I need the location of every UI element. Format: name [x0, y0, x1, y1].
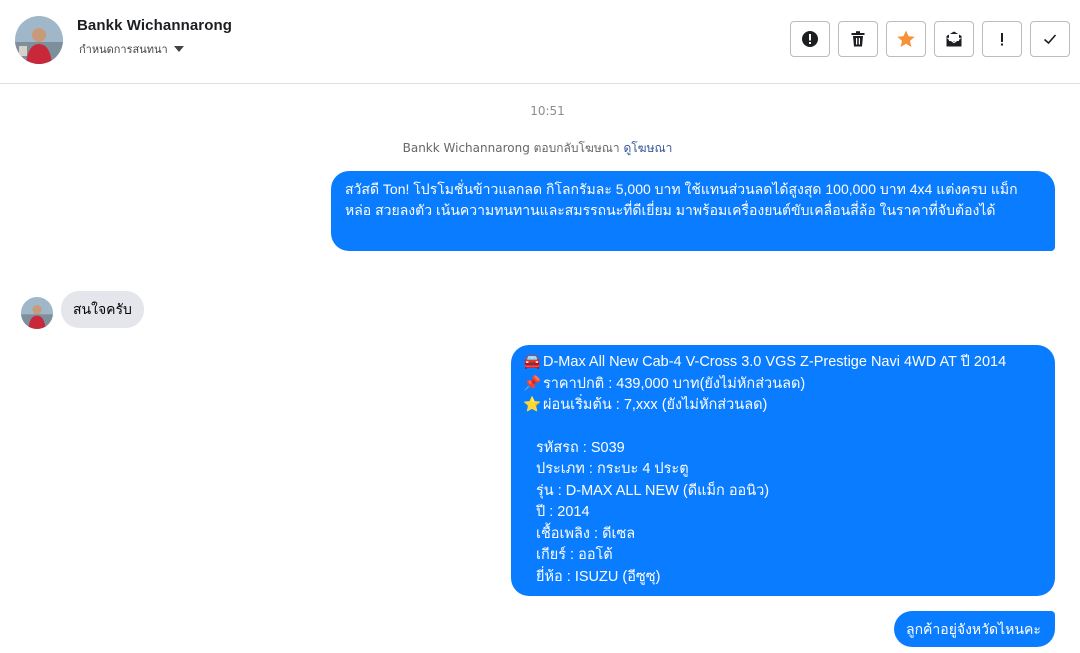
car-installment: ผ่อนเริ่มต้น : 7,xxx (ยังไม่หักส่วนลด)	[543, 397, 768, 413]
contact-avatar-small[interactable]	[21, 297, 53, 329]
conversation-header: Bankk Wichannarong กำหนดการสนทนา	[0, 0, 1080, 84]
done-button[interactable]	[1030, 21, 1070, 57]
car-brand: ยี่ห้อ : ISUZU (อีซูซุ)	[536, 568, 661, 585]
car-icon: 🚘	[523, 354, 542, 370]
price-line: 📌 ราคาปกติ : 439,000 บาท(ยังไม่หักส่วนลด)	[523, 374, 1043, 396]
car-model: รุ่น : D-MAX ALL NEW (ดีแม็ก ออนิว)	[536, 482, 770, 499]
message-text: สวัสดี Ton! โปรโมชั่นข้าวแลกลด กิโลกรัมล…	[345, 181, 1018, 218]
car-code: รหัสรถ : S039	[536, 439, 625, 456]
conversation-settings-label: กำหนดการสนทนา	[79, 43, 168, 56]
mark-unread-button[interactable]	[934, 21, 974, 57]
conversation-settings-dropdown[interactable]: กำหนดการสนทนา	[79, 40, 184, 58]
car-title: D-Max All New Cab-4 V-Cross 3.0 VGS Z-Pr…	[543, 354, 1007, 370]
pushpin-icon: 📌	[523, 375, 542, 392]
message-text: ลูกค้าอยู่จังหวัดไหนคะ	[906, 621, 1041, 637]
car-year: ปี : 2014	[536, 504, 590, 520]
ad-reply-note: Bankk Wichannarong ตอบกลับโฆษณา ดูโฆษณา	[0, 139, 1075, 158]
trash-icon	[851, 31, 865, 47]
star-button[interactable]	[886, 21, 926, 57]
delete-button[interactable]	[838, 21, 878, 57]
car-type: ประเภท : กระบะ 4 ประตู	[536, 461, 689, 477]
alert-circle-icon	[802, 31, 818, 47]
car-price: ราคาปกติ : 439,000 บาท(ยังไม่หักส่วนลด)	[543, 375, 806, 392]
message-text: สนใจครับ	[73, 301, 132, 317]
follow-up-button[interactable]	[982, 21, 1022, 57]
message-bubble-outgoing[interactable]: สวัสดี Ton! โปรโมชั่นข้าวแลกลด กิโลกรัมล…	[331, 171, 1055, 251]
avatar-photo-icon	[21, 297, 53, 329]
check-icon	[1043, 34, 1057, 45]
spam-button[interactable]	[790, 21, 830, 57]
ad-reply-text: Bankk Wichannarong ตอบกลับโฆษณา	[402, 141, 620, 155]
message-bubble-incoming[interactable]: สนใจครับ	[61, 291, 144, 328]
installment-line: ⭐ ผ่อนเริ่มต้น : 7,xxx (ยังไม่หักส่วนลด)	[523, 395, 1043, 417]
mark-unread-icon	[946, 31, 962, 47]
star-icon	[897, 30, 915, 47]
exclamation-icon	[1001, 33, 1003, 46]
message-bubble-outgoing[interactable]: 🚘 D-Max All New Cab-4 V-Cross 3.0 VGS Z-P…	[511, 345, 1055, 596]
contact-avatar[interactable]	[15, 16, 63, 64]
message-bubble-outgoing[interactable]: ลูกค้าอยู่จังหวัดไหนคะ	[894, 611, 1055, 647]
star-emoji-icon: ⭐	[523, 397, 542, 413]
car-title-line: 🚘 D-Max All New Cab-4 V-Cross 3.0 VGS Z-P…	[523, 352, 1043, 374]
contact-name[interactable]: Bankk Wichannarong	[77, 17, 232, 34]
message-timestamp: 10:51	[530, 104, 565, 118]
car-fuel: เชื้อเพลิง : ดีเซล	[536, 525, 636, 542]
car-gear: เกียร์ : ออโต้	[536, 547, 613, 563]
view-ad-link[interactable]: ดูโฆษณา	[623, 141, 672, 155]
header-actions	[790, 21, 1070, 57]
avatar-photo-icon	[15, 16, 63, 64]
caret-down-icon	[173, 46, 184, 52]
